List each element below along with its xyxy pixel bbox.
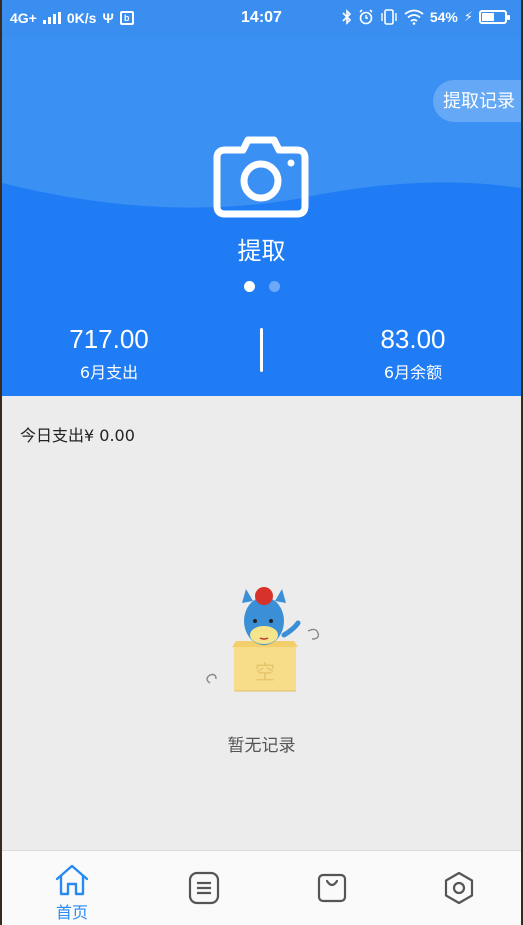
alarm-icon (359, 9, 373, 25)
balance-stat: 83.00 6月余额 (313, 324, 513, 383)
app-screen: 4G+ 0K/s Ψ b 14:07 54% ⚡ 提取记录 提取 717.00 … (2, 0, 521, 925)
empty-state-illustration: 空 (206, 587, 320, 692)
vibrate-icon (381, 9, 397, 25)
home-icon (55, 864, 89, 896)
nav-shop[interactable] (267, 851, 397, 925)
expense-value: 717.00 (69, 324, 149, 354)
balance-label: 6月余额 (383, 363, 443, 382)
wifi-icon (404, 9, 424, 25)
balance-value: 83.00 (380, 324, 446, 354)
carousel-dot-1[interactable] (243, 281, 255, 292)
extract-label: 提取 (237, 237, 286, 265)
expense-stat: 717.00 6月支出 (9, 324, 209, 383)
charging-icon: ⚡ (463, 9, 473, 24)
hero-panel: 提取记录 提取 717.00 6月支出 83.00 6月余额 (2, 38, 521, 396)
status-right: 54% ⚡ (342, 9, 510, 25)
settings-hexagon-icon (444, 871, 474, 905)
battery-percent: 54% (429, 9, 458, 25)
bluetooth-icon (342, 9, 351, 25)
today-expense-label: 今日支出 (20, 426, 85, 445)
nav-list[interactable] (139, 851, 269, 925)
bottom-nav: 首页 (2, 850, 521, 925)
battery-level (482, 13, 494, 21)
nav-home-label: 首页 (55, 903, 88, 922)
empty-box-char: 空 (255, 660, 275, 684)
carousel-dot-2[interactable] (268, 281, 280, 292)
bag-icon (317, 873, 347, 903)
stat-divider (260, 328, 263, 372)
carousel-dots (2, 281, 521, 292)
expense-label: 6月支出 (79, 363, 139, 382)
list-icon (188, 871, 220, 905)
today-expense: 今日支出¥ 0.00 (20, 422, 135, 446)
nav-settings[interactable] (394, 851, 521, 925)
battery-icon (479, 10, 510, 24)
camera-icon[interactable] (213, 134, 309, 218)
extract-record-button[interactable]: 提取记录 (433, 80, 521, 122)
nav-home[interactable]: 首页 (7, 851, 137, 925)
empty-state-text: 暂无记录 (227, 736, 296, 756)
status-bar: 4G+ 0K/s Ψ b 14:07 54% ⚡ (2, 0, 521, 38)
today-expense-amount: ¥ 0.00 (84, 426, 135, 445)
